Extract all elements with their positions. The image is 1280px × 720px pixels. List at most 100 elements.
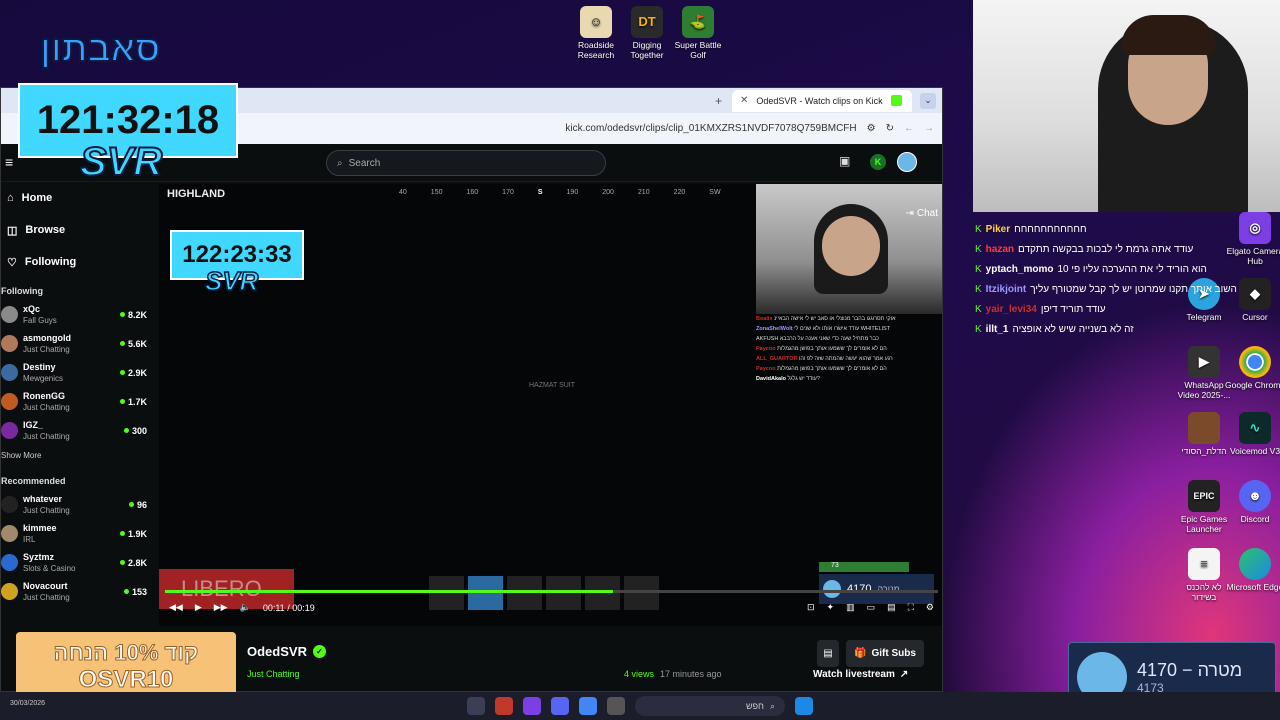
avatar <box>1 496 18 513</box>
desktop-icon-discord[interactable]: ☻ Discord <box>1225 480 1280 524</box>
rewind-icon[interactable]: ◀◀ <box>169 602 183 613</box>
clip-icon[interactable]: ▣ <box>839 154 850 168</box>
menu-icon[interactable]: ≡ <box>5 154 13 170</box>
kick-sidebar: ⌂ Home ◫ Browse ♡ Following Following xQc Fa… <box>1 182 156 691</box>
chat-line: Boalix אוקי תסרוגגו בהבר מנוצלי או סאב י… <box>756 316 896 322</box>
url-field[interactable]: kick.com/odedsvr/clips/clip_01KMXZRS1NVD… <box>565 123 856 134</box>
following-channel-ronengg[interactable]: RonenGG Just Chatting 1.7K <box>1 387 156 416</box>
heart-icon: ♡ <box>7 256 17 269</box>
site-settings-icon[interactable]: ⚙ <box>867 123 876 134</box>
following-channel-destiny[interactable]: Destiny Mewgenics 2.9K <box>1 358 156 387</box>
browse-icon: ◫ <box>7 224 18 237</box>
clip-meta: 4 views 17 minutes ago <box>624 669 722 679</box>
recommended-channel-novacourt[interactable]: Novacourt Just Chatting 153 <box>1 577 156 606</box>
hazmat-label: HAZMAT SUIT <box>529 382 576 389</box>
kick-badge-icon: K <box>975 284 982 295</box>
close-tab-icon[interactable]: ✕ <box>740 95 748 106</box>
live-dot-icon <box>123 589 129 594</box>
external-link-icon: ↗ <box>899 669 909 680</box>
back-icon[interactable]: → <box>924 123 934 134</box>
desktop-icon-chrome[interactable]: Google Chrome <box>1225 346 1280 390</box>
settings-icon[interactable]: ⚙ <box>926 602 934 613</box>
taskbar-search[interactable]: חפש ⌕ <box>635 696 785 716</box>
clip-webcam: ⇥ Chat <box>756 184 942 314</box>
new-tab-icon[interactable]: + <box>715 94 722 108</box>
streamer-webcam <box>973 0 1280 212</box>
kick-badge-icon: K <box>975 224 982 235</box>
chat-line: Paycoo הם לא אומרים לך ששמעו אותך בפושן … <box>756 346 887 352</box>
tab-kick-clips[interactable]: ✕ OdedSVR - Watch clips on Kick <box>732 89 912 112</box>
chat-toggle-button[interactable]: ⇥ Chat <box>905 208 938 219</box>
live-dot-icon <box>119 312 125 317</box>
kick-badge-icon: K <box>975 304 982 315</box>
watch-livestream-link[interactable]: Watch livestream ↗ <box>813 669 908 680</box>
progress-bar[interactable] <box>165 590 938 593</box>
miniplayer-icon[interactable]: ▤ <box>887 602 896 613</box>
search-input[interactable]: ⌕ Search <box>326 150 606 176</box>
live-dot-icon <box>119 531 125 536</box>
dt-icon: DT <box>631 6 663 38</box>
kick-badge-icon: K <box>975 264 982 275</box>
camera-hub-icon[interactable] <box>523 697 541 715</box>
chrome-icon[interactable] <box>579 697 597 715</box>
recommended-channel-whatever[interactable]: whatever Just Chatting 96 <box>1 490 156 519</box>
app-icon[interactable] <box>495 697 513 715</box>
task-view-icon[interactable] <box>607 697 625 715</box>
crop-icon[interactable]: ⊡ <box>807 602 815 613</box>
following-section-title: Following <box>1 286 43 296</box>
fullscreen-icon[interactable]: ⛶ <box>908 602 914 613</box>
health-bar: 73 <box>819 562 909 572</box>
verified-icon: ✓ <box>312 645 326 658</box>
live-dot-icon <box>128 502 134 507</box>
avatar[interactable] <box>897 152 917 172</box>
recommended-channel-syztmz[interactable]: Syztmz Slots & Casino 2.8K <box>1 548 156 577</box>
forward-icon[interactable]: ← <box>904 123 914 134</box>
volume-icon[interactable]: 🔈 <box>240 602 251 613</box>
time-display: 00:11 / 00:19 <box>262 602 315 613</box>
following-channel-igz[interactable]: IGZ_ Just Chatting 300 <box>1 416 156 445</box>
svr-logo: SVR <box>79 139 163 185</box>
gift-subs-button[interactable]: 🎁 Gift Subs <box>846 640 924 667</box>
chat-line: Paycoo הם לא אומרים לך ששמעו אותך בפושן … <box>756 366 887 372</box>
sparkle-icon[interactable]: ✦ <box>827 602 835 613</box>
desktop-icon-voicemod[interactable]: ∿ Voicemod V3 <box>1225 412 1280 456</box>
voicemod-icon: ∿ <box>1239 412 1271 444</box>
live-dot-icon <box>119 341 125 346</box>
video-file-icon: ▶ <box>1188 346 1220 378</box>
nav-browse[interactable]: ◫ Browse <box>1 214 156 246</box>
following-channel-xqc[interactable]: xQc Fall Guys 8.2K <box>1 300 156 329</box>
desktop: ☺ Roadside Research DT Digging Together … <box>0 0 1280 720</box>
nav-following[interactable]: ♡ Following <box>1 246 156 278</box>
chat-line: Kyair_levi34 עודד תוריד דיפן <box>975 300 1275 320</box>
tab-list-icon[interactable]: ⌄ <box>920 92 936 109</box>
play-icon[interactable]: ▶ <box>195 602 202 613</box>
chat-line: K Itzikjoint השוב אותך תקנו שמרוטן יש לך ק… <box>975 280 1275 300</box>
epic-icon: EPIC <box>1188 480 1220 512</box>
category-link[interactable]: Just Chatting <box>247 669 300 679</box>
discord-icon[interactable] <box>551 697 569 715</box>
show-more-link[interactable]: Show More <box>1 445 156 470</box>
theater-icon[interactable]: ▥ <box>846 602 855 613</box>
windows-start-icon[interactable] <box>795 697 813 715</box>
fast-forward-icon[interactable]: ▶▶ <box>214 602 228 613</box>
avatar <box>1 422 18 439</box>
kick-badge-icon: K <box>975 244 982 255</box>
chat-arrow-icon: ⇥ <box>905 208 914 219</box>
discord-icon: ☻ <box>1239 480 1271 512</box>
search-icon: ⌕ <box>337 157 343 169</box>
recommended-section-title: Recommended <box>1 476 66 486</box>
reload-icon[interactable]: ↻ <box>886 123 894 134</box>
pip-icon[interactable]: ▭ <box>867 602 876 613</box>
recommended-channel-kimmee[interactable]: kimmee IRL 1.9K <box>1 519 156 548</box>
kick-rewards-icon[interactable]: K <box>870 154 886 170</box>
steam-icon[interactable] <box>467 697 485 715</box>
roadside-icon: ☺ <box>580 6 612 38</box>
kick-badge-icon: K <box>975 324 982 335</box>
desktop-icon-super-battle-golf[interactable]: ⛳ Super Battle Golf <box>668 6 728 60</box>
desktop-icon-edge[interactable]: Microsoft Edge <box>1225 548 1280 592</box>
nav-home[interactable]: ⌂ Home <box>1 182 156 214</box>
subscribe-icon-button[interactable]: ▤ <box>817 640 839 667</box>
live-dot-icon <box>119 560 125 565</box>
channel-name[interactable]: OdedSVR ✓ <box>247 644 326 659</box>
following-channel-asmongold[interactable]: asmongold Just Chatting 5.6K <box>1 329 156 358</box>
